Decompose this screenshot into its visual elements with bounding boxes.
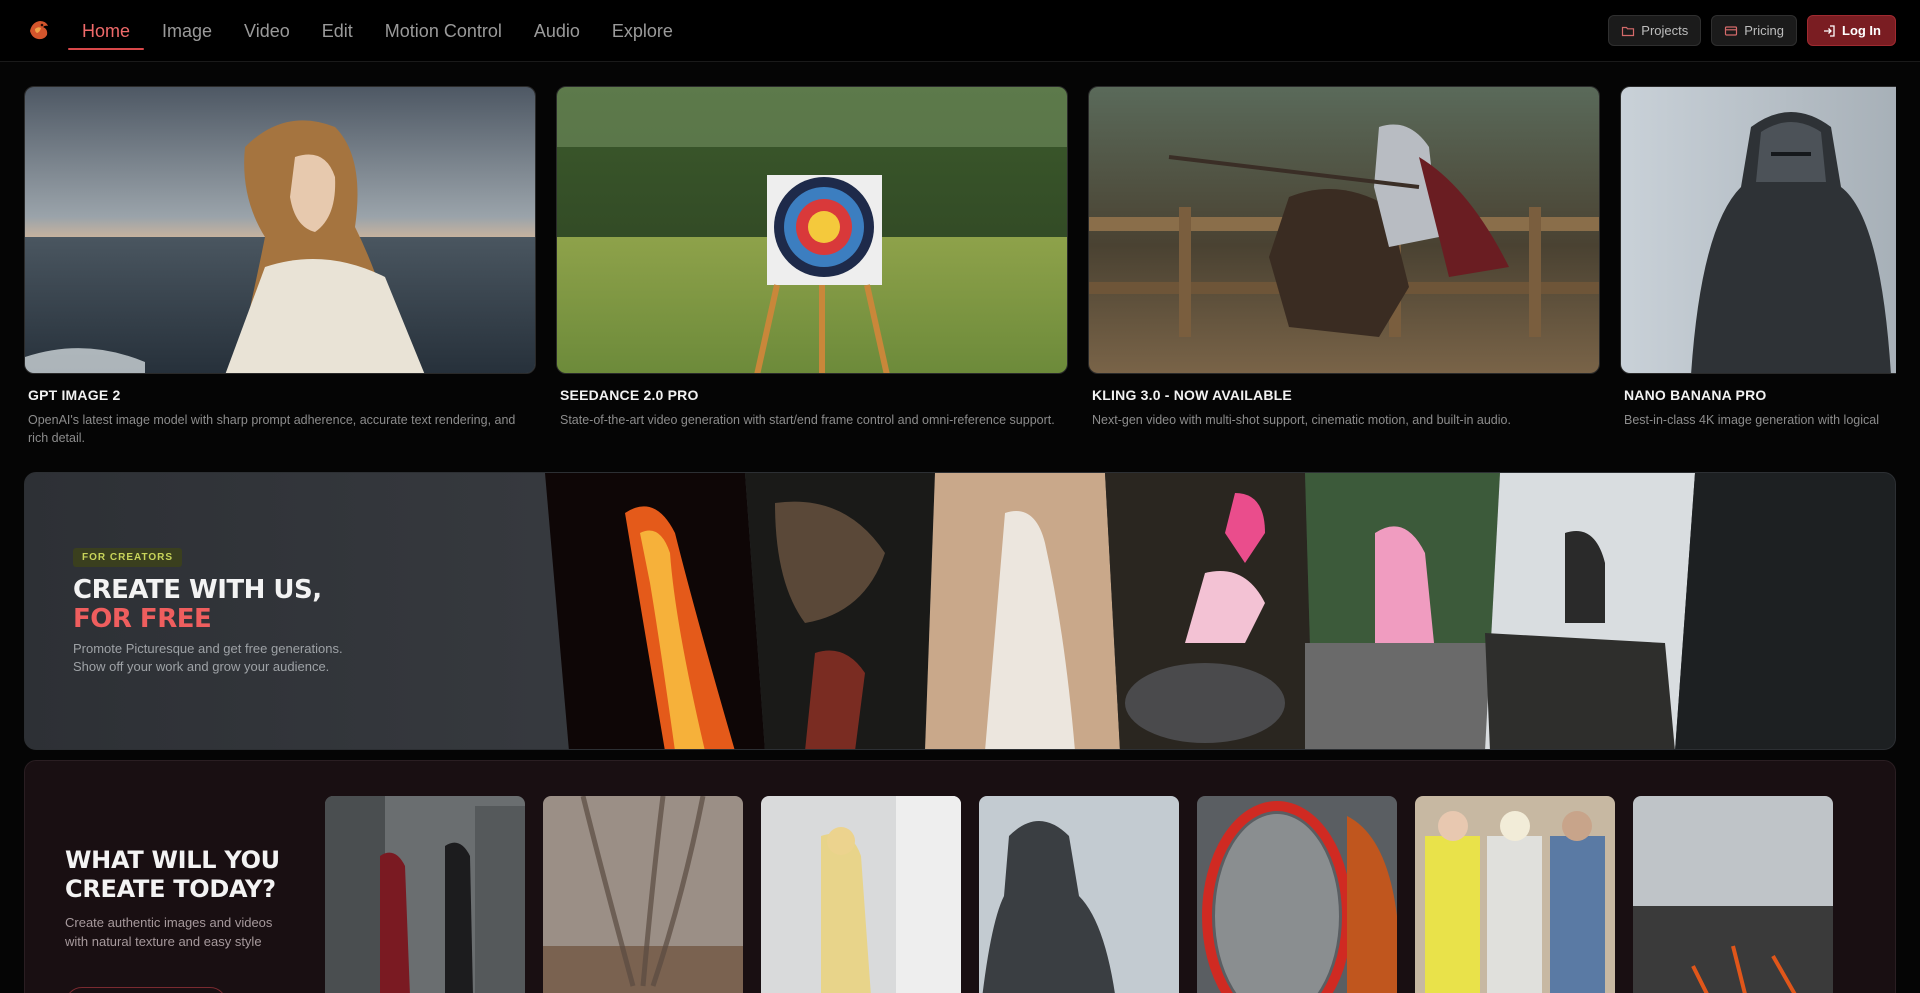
card-image-snow-knight	[1620, 86, 1896, 374]
login-label: Log In	[1842, 23, 1881, 38]
model-cards-carousel: GPT IMAGE 2 OpenAI's latest image model …	[24, 86, 1896, 456]
nav-image[interactable]: Image	[146, 0, 228, 62]
card-image-jousting-knight	[1088, 86, 1600, 374]
create-today-description: Create authentic images and videos with …	[65, 915, 273, 949]
creators-banner[interactable]: FOR CREATORS CREATE WITH US, FOR FREE Pr…	[24, 472, 1896, 750]
creators-description: Promote Picturesque and get free generat…	[73, 641, 343, 674]
card-title: KLING 3.0 - NOW AVAILABLE	[1092, 387, 1292, 403]
card-image-woman-seaside	[24, 86, 536, 374]
model-card-kling[interactable]: KLING 3.0 - NOW AVAILABLE Next-gen video…	[1088, 86, 1600, 429]
model-card-seedance[interactable]: SEEDANCE 2.0 PRO State-of-the-art video …	[556, 86, 1068, 429]
get-started-button[interactable]	[65, 987, 227, 993]
gallery-thumb-missile-sky[interactable]	[543, 796, 743, 993]
model-card-nano-banana[interactable]: NANO BANANA PRO Best-in-class 4K image g…	[1620, 86, 1896, 429]
login-icon	[1824, 24, 1835, 37]
create-today-section: WHAT WILL YOU CREATE TODAY? Create authe…	[24, 760, 1896, 993]
gallery-thumb-snow-knight[interactable]	[979, 796, 1179, 993]
credit-card-icon	[1725, 25, 1738, 36]
nav-links: Home Image Video Edit Motion Control Aud…	[66, 0, 689, 62]
nav-motion-control[interactable]: Motion Control	[369, 0, 518, 62]
gallery-thumb-mirror[interactable]	[1197, 796, 1397, 993]
card-image-archery-target	[556, 86, 1068, 374]
create-today-title: WHAT WILL YOU CREATE TODAY?	[65, 846, 280, 903]
pricing-button[interactable]: Pricing	[1711, 15, 1797, 46]
nav-actions: Projects Pricing Log In	[1608, 15, 1896, 46]
card-description: Next-gen video with multi-shot support, …	[1092, 413, 1511, 427]
nav-explore[interactable]: Explore	[596, 0, 689, 62]
card-title: SEEDANCE 2.0 PRO	[560, 387, 699, 403]
card-title: NANO BANANA PRO	[1624, 387, 1767, 403]
creator-showcase-strips	[545, 473, 1895, 749]
projects-label: Projects	[1641, 23, 1689, 38]
nav-home[interactable]: Home	[66, 0, 146, 62]
top-nav: Home Image Video Edit Motion Control Aud…	[0, 0, 1920, 62]
gallery-thumb-fighter[interactable]	[761, 796, 961, 993]
folder-icon	[1622, 26, 1635, 36]
creators-title-highlight: FOR FREE	[73, 604, 212, 634]
card-description: Best-in-class 4K image generation with l…	[1624, 413, 1879, 427]
card-title: GPT IMAGE 2	[28, 387, 121, 403]
creators-title: CREATE WITH US,	[73, 575, 322, 605]
gallery-thumb-volcano[interactable]	[1633, 796, 1833, 993]
projects-button[interactable]: Projects	[1608, 15, 1702, 46]
gallery-thumb-ruined-city[interactable]	[325, 796, 525, 993]
card-description: OpenAI's latest image model with sharp p…	[28, 413, 516, 445]
logo-icon[interactable]	[26, 17, 52, 43]
nav-video[interactable]: Video	[228, 0, 306, 62]
pricing-label: Pricing	[1744, 23, 1784, 38]
model-card-gpt-image-2[interactable]: GPT IMAGE 2 OpenAI's latest image model …	[24, 86, 536, 447]
nav-edit[interactable]: Edit	[306, 0, 369, 62]
login-button[interactable]: Log In	[1807, 15, 1896, 46]
gallery-thumb-three-models[interactable]	[1415, 796, 1615, 993]
for-creators-badge: FOR CREATORS	[73, 548, 183, 567]
nav-audio[interactable]: Audio	[518, 0, 596, 62]
card-description: State-of-the-art video generation with s…	[560, 413, 1055, 427]
creator-showcase-images	[545, 473, 1895, 749]
